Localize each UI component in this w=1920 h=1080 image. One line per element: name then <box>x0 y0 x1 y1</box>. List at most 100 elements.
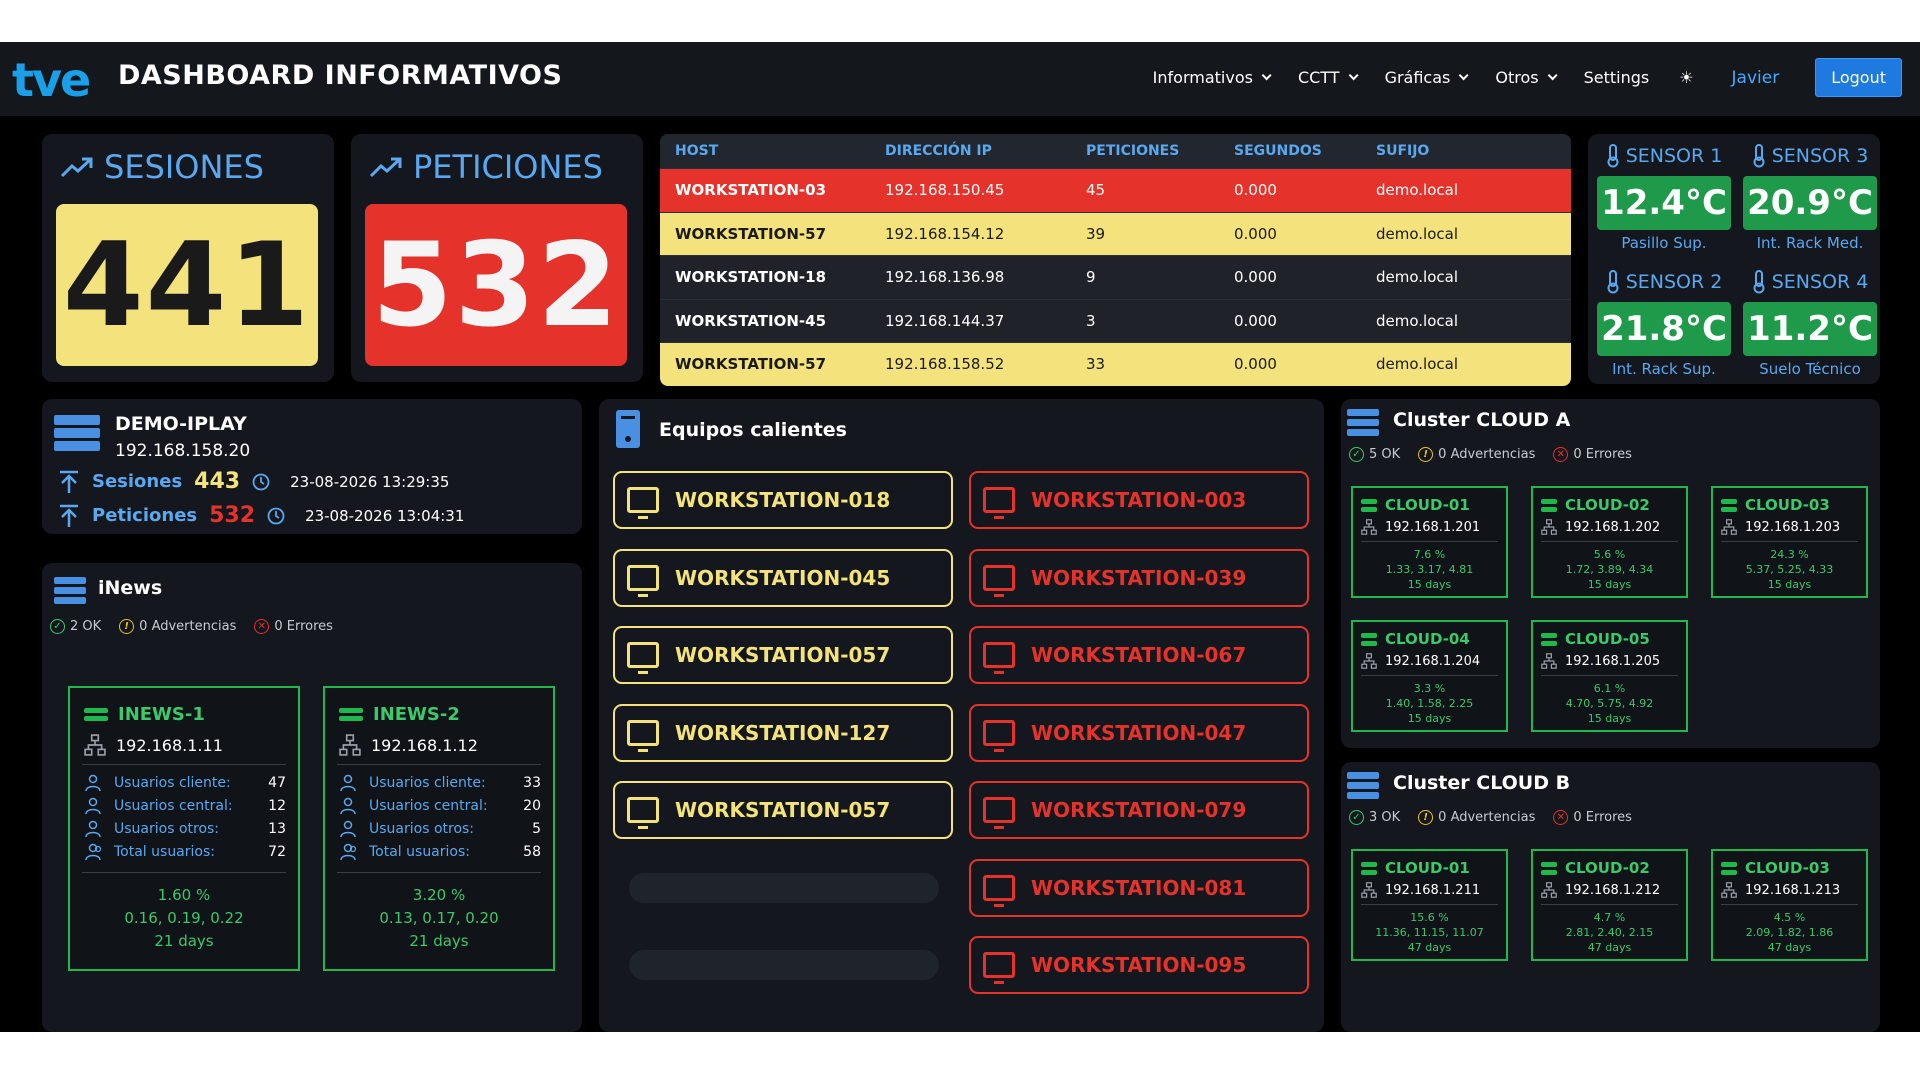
node-name: CLOUD-02 <box>1565 859 1650 877</box>
cluster-node-card[interactable]: CLOUD-02 192.168.1.202 5.6 % 1.72, 3.89, 4.… <box>1531 486 1688 598</box>
nav-otros[interactable]: Otros <box>1495 68 1558 87</box>
network-icon <box>1541 519 1557 535</box>
cluster-b-title: Cluster CLOUD B <box>1393 772 1571 794</box>
inews-card-ip: 192.168.1.12 <box>371 735 478 755</box>
sufijo-cell: demo.local <box>1376 181 1458 200</box>
page-title: DASHBOARD INFORMATIVOS <box>118 60 563 91</box>
node-ip: 192.168.1.202 <box>1565 519 1661 535</box>
nav-cctt[interactable]: CCTT <box>1298 68 1359 87</box>
users-icon <box>340 843 357 861</box>
warning-circle-icon: ! <box>1418 447 1434 462</box>
workstation-card[interactable]: WORKSTATION-039 <box>969 548 1309 607</box>
user-icon <box>340 797 356 815</box>
workstation-name: WORKSTATION-057 <box>675 798 891 822</box>
node-name: CLOUD-03 <box>1745 496 1830 514</box>
monitor-icon <box>983 874 1015 907</box>
workstation-name: WORKSTATION-057 <box>675 643 891 667</box>
inews-user-row: Usuarios central: 12 <box>84 797 286 815</box>
user-icon <box>85 820 101 838</box>
workstation-card[interactable]: WORKSTATION-127 <box>613 703 953 762</box>
error-circle-icon: ✕ <box>1553 447 1569 462</box>
node-stats: 4.5 % 2.09, 1.82, 1.86 47 days <box>1713 910 1866 955</box>
cluster-node-card[interactable]: CLOUD-03 192.168.1.213 4.5 % 2.09, 1.82, 1.… <box>1711 849 1868 961</box>
workstation-card[interactable]: WORKSTATION-003 <box>969 471 1309 529</box>
workstation-card[interactable]: WORKSTATION-057 <box>613 626 953 684</box>
cpu-usage: 1.60 % <box>157 886 211 904</box>
uptime: 21 days <box>409 932 469 950</box>
cluster-a-status: ✓ 5 OK ! 0 Advertencias ✕ 0 Errores <box>1349 447 1632 462</box>
cluster-node-card[interactable]: CLOUD-04 192.168.1.204 3.3 % 1.40, 1.58, 2.… <box>1351 620 1508 732</box>
cluster-node-card[interactable]: CLOUD-05 192.168.1.205 6.1 % 4.70, 5.75, 4.… <box>1531 620 1688 732</box>
peticiones-label: PETICIONES <box>413 148 603 186</box>
upload-icon <box>60 470 78 493</box>
inews-server-card[interactable]: INEWS-2 192.168.1.12 Usuarios cliente: 33 Us… <box>323 686 555 971</box>
host-cell: WORKSTATION-57 <box>675 355 827 374</box>
iplay-name: DEMO-IPLAY <box>115 413 247 435</box>
user-link[interactable]: Javier <box>1732 68 1780 88</box>
server-icon <box>1361 498 1377 512</box>
workstation-card[interactable]: WORKSTATION-067 <box>969 626 1309 684</box>
sufijo-cell: demo.local <box>1376 224 1458 243</box>
warn-count: 0 Advertencias <box>1438 810 1536 825</box>
tve-logo[interactable]: tve <box>12 52 91 108</box>
cluster-node-card[interactable]: CLOUD-02 192.168.1.212 4.7 % 2.81, 2.40, 2.… <box>1531 849 1688 961</box>
sesiones-title: SESIONES <box>60 148 264 186</box>
workstation-card[interactable]: WORKSTATION-095 <box>969 936 1309 994</box>
thermometer-icon <box>1753 270 1765 294</box>
workstation-card[interactable]: WORKSTATION-045 <box>613 548 953 607</box>
peticiones-cell: 45 <box>1086 181 1106 200</box>
network-icon <box>1541 653 1557 669</box>
col-segundos[interactable]: SEGUNDOS <box>1234 143 1376 159</box>
table-row[interactable]: WORKSTATION-57 192.168.154.12 39 0.000 demo.… <box>660 211 1571 255</box>
sun-icon[interactable]: ☀ <box>1679 68 1693 87</box>
col-sufijo[interactable]: SUFIJO <box>1376 143 1556 159</box>
node-ip: 192.168.1.204 <box>1385 653 1481 669</box>
node-ip: 192.168.1.212 <box>1565 882 1661 898</box>
err-count: 0 Errores <box>1573 447 1632 462</box>
workstation-name: WORKSTATION-045 <box>675 565 891 590</box>
col-peticiones[interactable]: PETICIONES <box>1086 143 1234 159</box>
network-icon <box>84 734 106 756</box>
workstation-card[interactable]: WORKSTATION-079 <box>969 781 1309 839</box>
table-row[interactable]: WORKSTATION-45 192.168.144.37 3 0.000 demo.l… <box>660 298 1571 342</box>
inews-card-stats: 1.60 % 0.16, 0.19, 0.22 21 days <box>70 884 298 953</box>
inews-server-card[interactable]: INEWS-1 192.168.1.11 Usuarios cliente: 47 Us… <box>68 686 300 971</box>
node-name: CLOUD-01 <box>1385 859 1470 877</box>
thermometer-icon <box>1607 270 1619 294</box>
server-icon <box>339 708 363 721</box>
workstation-card[interactable]: WORKSTATION-057 <box>613 781 953 839</box>
workstation-name: WORKSTATION-079 <box>1031 798 1247 822</box>
workstation-card[interactable]: WORKSTATION-047 <box>969 703 1309 762</box>
uptime: 47 days <box>1407 941 1452 954</box>
table-row[interactable]: WORKSTATION-57 192.168.158.52 33 0.000 demo.… <box>660 342 1571 386</box>
nav-graficas[interactable]: Gráficas <box>1385 68 1469 87</box>
inews-user-label: Usuarios central: <box>369 798 488 814</box>
load-average: 11.36, 11.15, 11.07 <box>1375 926 1484 939</box>
col-ip[interactable]: DIRECCIÓN IP <box>885 143 1086 159</box>
table-row[interactable]: WORKSTATION-18 192.168.136.98 9 0.000 demo.l… <box>660 255 1571 299</box>
monitor-icon <box>983 564 1015 597</box>
logout-button[interactable]: Logout <box>1815 58 1902 97</box>
cluster-node-card[interactable]: CLOUD-01 192.168.1.201 7.6 % 1.33, 3.17, 4.… <box>1351 486 1508 598</box>
monitor-icon <box>627 642 659 674</box>
nav-informativos[interactable]: Informativos <box>1153 68 1272 87</box>
dashboard-app: tve DASHBOARD INFORMATIVOS Informativos … <box>0 42 1920 1032</box>
server-tower-icon <box>616 410 640 448</box>
workstation-name: WORKSTATION-127 <box>675 720 891 745</box>
inews-user-count: 58 <box>523 844 541 860</box>
warn-status: ! 0 Advertencias <box>119 619 236 634</box>
cluster-node-card[interactable]: CLOUD-01 192.168.1.211 15.6 % 11.36, 11.15,… <box>1351 849 1508 961</box>
clock-icon <box>267 507 285 524</box>
check-circle-icon: ✓ <box>50 619 65 634</box>
table-row[interactable]: WORKSTATION-03 192.168.150.45 45 0.000 demo.… <box>660 168 1571 212</box>
iplay-peticiones-value: 532 <box>209 503 256 528</box>
error-circle-icon: ✕ <box>1553 810 1569 825</box>
col-host[interactable]: HOST <box>660 143 885 159</box>
nav-settings[interactable]: Settings <box>1584 68 1650 87</box>
workstation-card[interactable]: WORKSTATION-081 <box>969 858 1309 917</box>
workstation-name: WORKSTATION-003 <box>1031 488 1247 512</box>
warn-count: 0 Advertencias <box>139 619 237 634</box>
node-name: CLOUD-02 <box>1565 496 1650 514</box>
workstation-card[interactable]: WORKSTATION-018 <box>613 471 953 529</box>
cluster-node-card[interactable]: CLOUD-03 192.168.1.203 24.3 % 5.37, 5.25, 4… <box>1711 486 1868 598</box>
